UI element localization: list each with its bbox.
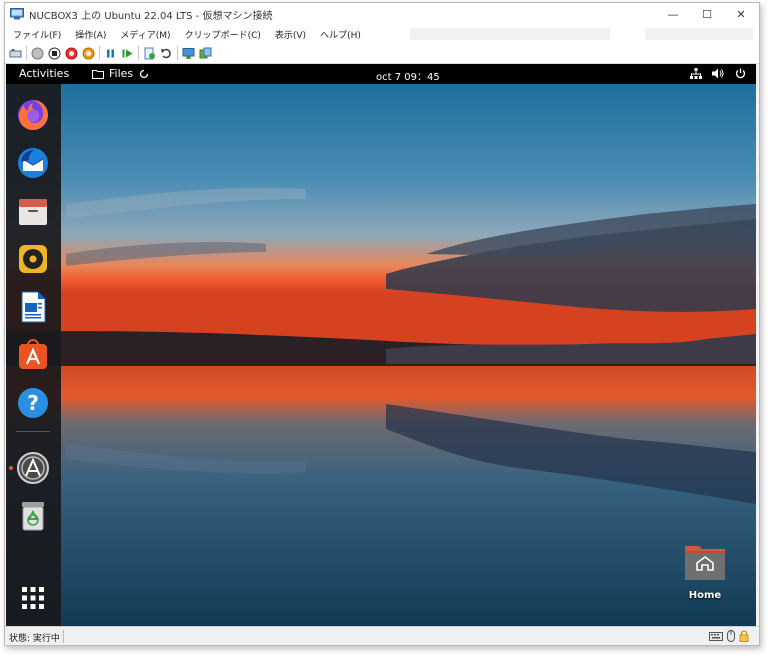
menu-help[interactable]: ヘルプ(H) bbox=[320, 28, 361, 41]
network-icon bbox=[690, 68, 702, 79]
help-icon[interactable]: ? bbox=[16, 386, 50, 420]
show-applications-icon[interactable] bbox=[16, 581, 50, 615]
app-menu-label: Files bbox=[109, 67, 134, 80]
status-icons bbox=[709, 630, 749, 642]
svg-text:?: ? bbox=[27, 391, 39, 415]
minimize-button[interactable]: — bbox=[656, 3, 690, 25]
keyboard-icon bbox=[709, 631, 723, 641]
menubar-blank-area-right bbox=[645, 28, 753, 40]
close-button[interactable]: ✕ bbox=[724, 3, 758, 25]
ubuntu-dock: ? bbox=[6, 84, 61, 626]
power-icon bbox=[735, 68, 746, 79]
pause-icon[interactable] bbox=[104, 47, 117, 60]
ubuntu-software-icon[interactable] bbox=[16, 338, 50, 372]
lock-icon bbox=[739, 630, 749, 642]
firefox-icon[interactable] bbox=[16, 98, 50, 132]
stop-icon[interactable] bbox=[48, 47, 61, 60]
ubuntu-top-bar: Activities Files oct 7 09：45 bbox=[6, 64, 756, 84]
menu-view[interactable]: 表示(V) bbox=[275, 28, 306, 41]
system-tray[interactable] bbox=[690, 68, 746, 79]
checkpoint-icon[interactable] bbox=[143, 47, 156, 60]
loading-spinner-icon bbox=[140, 69, 149, 78]
vm-status-text: 状態: 実行中 bbox=[9, 634, 60, 644]
maximize-button[interactable]: ☐ bbox=[690, 3, 724, 25]
toolbar-separator bbox=[99, 46, 100, 60]
mouse-icon bbox=[727, 630, 735, 642]
revert-icon[interactable] bbox=[160, 47, 173, 60]
thunderbird-icon[interactable] bbox=[16, 146, 50, 180]
vm-screen[interactable]: Activities Files oct 7 09：45 ? Home bbox=[6, 64, 756, 626]
share-icon[interactable] bbox=[199, 47, 212, 60]
home-folder-icon[interactable] bbox=[683, 542, 727, 582]
status-bar: 状態: 実行中 bbox=[5, 626, 759, 645]
save-icon[interactable] bbox=[82, 47, 95, 60]
start-icon[interactable] bbox=[31, 47, 44, 60]
trash-icon[interactable] bbox=[16, 499, 50, 533]
toolbar-separator bbox=[138, 46, 139, 60]
vm-connection-window: NUCBOX3 上の Ubuntu 22.04 LTS - 仮想マシン接続 — … bbox=[4, 2, 760, 646]
software-updater-icon[interactable] bbox=[16, 451, 50, 485]
ctrl-alt-del-icon[interactable] bbox=[9, 47, 22, 60]
toolbar-separator bbox=[26, 46, 27, 60]
menu-action[interactable]: 操作(A) bbox=[75, 28, 106, 41]
menu-clipboard[interactable]: クリップボード(C) bbox=[185, 28, 261, 41]
running-indicator-dot bbox=[9, 466, 13, 470]
toolbar-separator bbox=[177, 46, 178, 60]
window-title: NUCBOX3 上の Ubuntu 22.04 LTS - 仮想マシン接続 bbox=[29, 10, 273, 22]
home-folder-label[interactable]: Home bbox=[676, 590, 734, 601]
activities-button[interactable]: Activities bbox=[19, 67, 69, 80]
volume-icon bbox=[712, 68, 724, 79]
desktop-wallpaper bbox=[6, 84, 756, 626]
resume-icon[interactable] bbox=[121, 47, 134, 60]
menu-bar: ファイル(F) 操作(A) メディア(M) クリップボード(C) 表示(V) ヘ… bbox=[5, 25, 759, 43]
enhanced-session-icon[interactable] bbox=[182, 47, 195, 60]
toolbar bbox=[5, 43, 759, 64]
vm-connection-app-icon bbox=[10, 8, 24, 20]
window-titlebar[interactable]: NUCBOX3 上の Ubuntu 22.04 LTS - 仮想マシン接続 — … bbox=[5, 3, 759, 25]
files-icon[interactable] bbox=[16, 194, 50, 228]
rhythmbox-icon[interactable] bbox=[16, 242, 50, 276]
dock-separator bbox=[16, 431, 50, 432]
clock[interactable]: oct 7 09：45 bbox=[376, 68, 440, 83]
shutdown-icon[interactable] bbox=[65, 47, 78, 60]
libreoffice-writer-icon[interactable] bbox=[16, 290, 50, 324]
menu-media[interactable]: メディア(M) bbox=[120, 28, 170, 41]
folder-icon bbox=[92, 69, 104, 79]
menu-file[interactable]: ファイル(F) bbox=[13, 28, 61, 41]
status-separator bbox=[63, 630, 64, 643]
menubar-blank-area bbox=[410, 28, 610, 40]
app-menu-files[interactable]: Files bbox=[92, 67, 149, 80]
